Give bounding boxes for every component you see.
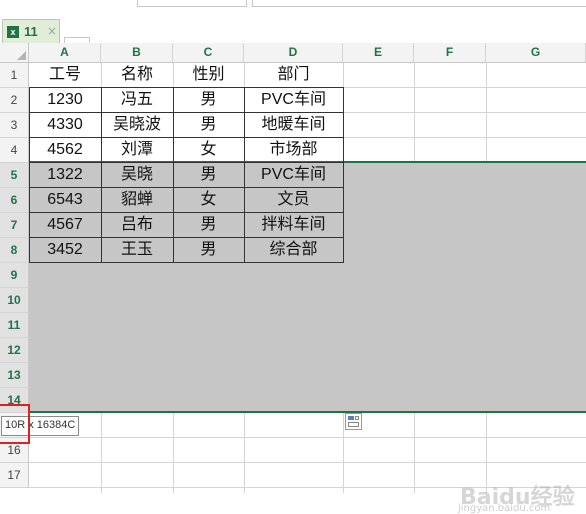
table-header-cell[interactable]: 工号 — [29, 63, 101, 88]
close-icon[interactable]: × — [47, 24, 57, 38]
watermark-url: jingyan.baidu.com — [458, 503, 551, 514]
formula-bar-area — [0, 0, 586, 16]
row-header-4[interactable]: 4 — [0, 138, 29, 163]
sheet-tab-label: 11 — [24, 24, 38, 39]
row-header-12[interactable]: 12 — [0, 338, 29, 363]
table-header-cell[interactable]: 名称 — [101, 63, 173, 88]
column-header-b[interactable]: B — [101, 43, 173, 63]
column-header-d[interactable]: D — [244, 43, 343, 63]
row-header-7[interactable]: 7 — [0, 213, 29, 238]
gridline-horizontal — [29, 437, 586, 438]
column-header-a[interactable]: A — [29, 43, 101, 63]
quick-analysis-bar — [348, 422, 359, 427]
sheet-tab-strip: x 11 × — [0, 16, 586, 59]
table-border-horizontal — [29, 112, 344, 113]
row-header-9[interactable]: 9 — [0, 263, 29, 288]
annotation-red-frame — [0, 404, 30, 444]
row-header-10[interactable]: 10 — [0, 288, 29, 313]
sheet-tab[interactable]: x 11 × — [2, 19, 60, 43]
row-header-3[interactable]: 3 — [0, 113, 29, 138]
row-header-8[interactable]: 8 — [0, 238, 29, 263]
table-border-horizontal — [29, 162, 344, 163]
column-header-e[interactable]: E — [343, 43, 414, 63]
table-border-horizontal — [29, 187, 344, 188]
table-border-horizontal — [29, 237, 344, 238]
row-header-13[interactable]: 13 — [0, 363, 29, 388]
quick-analysis-box — [355, 416, 359, 420]
column-header-g[interactable]: G — [486, 43, 586, 63]
row-header-2[interactable]: 2 — [0, 88, 29, 113]
table-border-horizontal — [29, 137, 344, 138]
excel-file-icon: x — [7, 26, 19, 38]
column-header-f[interactable]: F — [414, 43, 486, 63]
row-header-1[interactable]: 1 — [0, 63, 29, 88]
formula-input[interactable] — [252, 0, 586, 7]
quick-analysis-icon[interactable] — [345, 413, 362, 430]
spreadsheet-grid[interactable]: ABCDEFG 1234567891011121314151617 工号名称性别… — [0, 43, 586, 514]
row-header-11[interactable]: 11 — [0, 313, 29, 338]
name-box[interactable] — [137, 0, 247, 7]
table-border-horizontal — [29, 212, 344, 213]
table-header-cell[interactable]: 部门 — [244, 63, 343, 88]
row-header-5[interactable]: 5 — [0, 163, 29, 188]
quick-analysis-fill — [348, 416, 354, 420]
row-header-6[interactable]: 6 — [0, 188, 29, 213]
gridline-horizontal — [29, 462, 586, 463]
column-header-c[interactable]: C — [173, 43, 244, 63]
select-all-triangle-icon — [17, 51, 26, 60]
row-header-17[interactable]: 17 — [0, 463, 29, 488]
table-header-cell[interactable]: 性别 — [173, 63, 244, 88]
select-all-corner[interactable] — [0, 43, 29, 63]
